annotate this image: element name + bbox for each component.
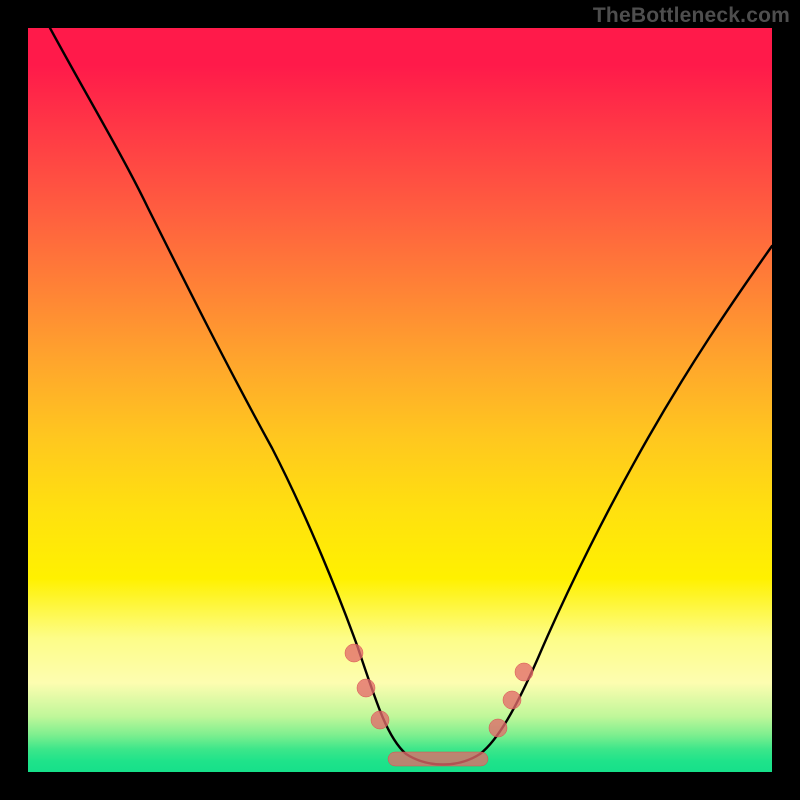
valley-marker (357, 679, 375, 697)
chart-stage: TheBottleneck.com (0, 0, 800, 800)
valley-bottom-bar (388, 752, 488, 766)
curve-layer (28, 28, 772, 772)
valley-marker (371, 711, 389, 729)
valley-marker (345, 644, 363, 662)
valley-marker (503, 691, 521, 709)
valley-marker (515, 663, 533, 681)
watermark-text: TheBottleneck.com (593, 4, 790, 28)
plot-area (28, 28, 772, 772)
valley-marker (489, 719, 507, 737)
bottleneck-curve (50, 28, 772, 765)
